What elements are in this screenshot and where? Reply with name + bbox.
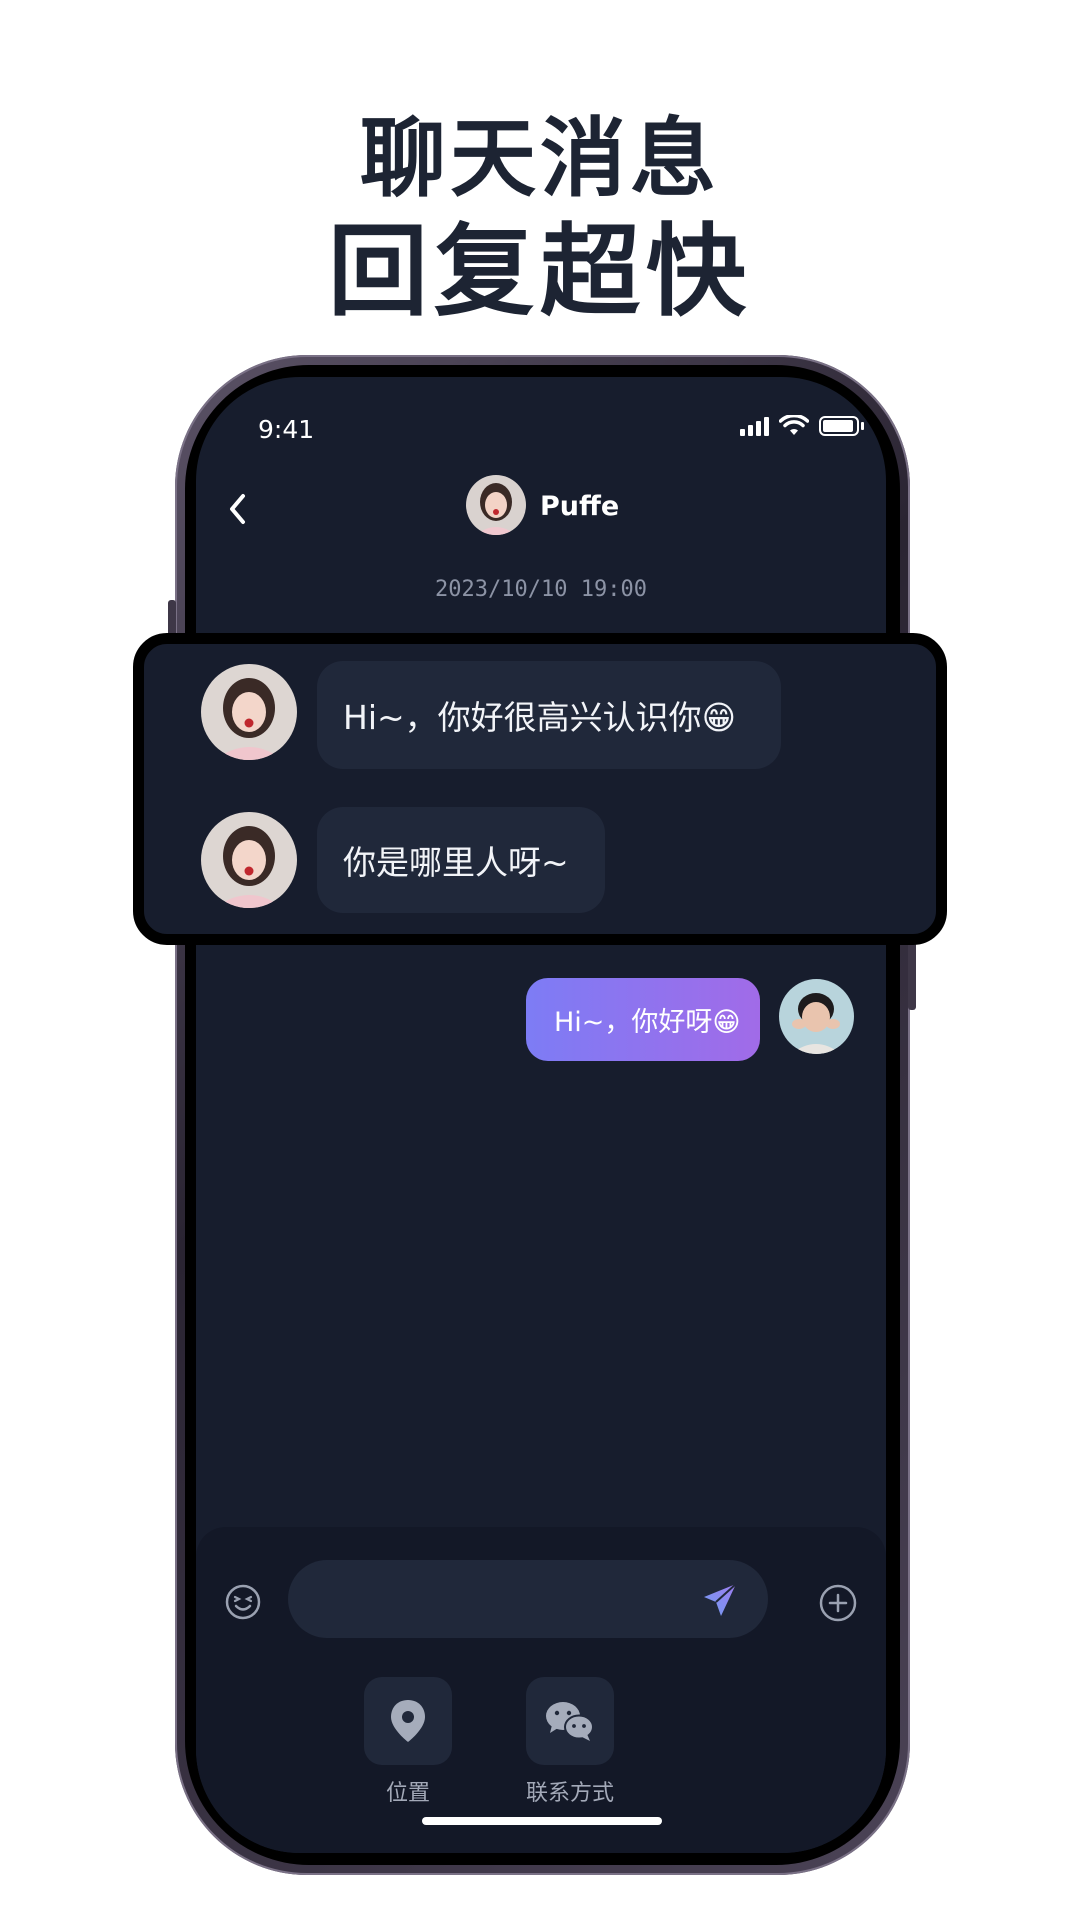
emoji-button[interactable]: [224, 1583, 262, 1621]
battery-icon: [819, 416, 864, 436]
phone-screen: 9:41 Puffe 2023/10/10 19:00 Hi~，你好呀😁 位置 …: [196, 377, 886, 1853]
incoming-message-bubble[interactable]: Hi~，你好很高兴认识你😁: [317, 661, 781, 769]
status-icons: [740, 415, 864, 437]
signal-icon: [740, 416, 769, 436]
contact-message-avatar[interactable]: [201, 812, 297, 908]
wifi-icon: [779, 415, 809, 435]
message-timestamp: 2023/10/10 19:00: [435, 577, 647, 602]
send-button[interactable]: [700, 1580, 740, 1620]
plus-button[interactable]: [818, 1583, 858, 1623]
my-avatar[interactable]: [779, 979, 854, 1054]
incoming-message-bubble[interactable]: 你是哪里人呀~: [317, 807, 605, 913]
composer-panel: 位置 联系方式: [196, 1527, 886, 1853]
status-time: 9:41: [258, 415, 315, 444]
outgoing-message-bubble[interactable]: Hi~，你好呀😁: [526, 978, 760, 1061]
headline-line-2: 回复超快: [328, 213, 752, 330]
chevron-left-icon: [230, 494, 245, 524]
message-input[interactable]: [288, 1560, 768, 1638]
tool-location[interactable]: 位置: [364, 1677, 452, 1807]
highlight-card: Hi~，你好很高兴认识你😁 你是哪里人呀~: [133, 633, 947, 945]
back-button[interactable]: [218, 489, 258, 529]
location-icon: [391, 1700, 425, 1742]
contact-name: Puffe: [540, 491, 620, 522]
wechat-icon: [546, 1702, 594, 1741]
tool-location-label: 位置: [385, 1781, 430, 1806]
send-icon: [704, 1583, 737, 1616]
contact-avatar[interactable]: [466, 475, 526, 535]
tool-contact-label: 联系方式: [526, 1781, 615, 1806]
tool-contact[interactable]: 联系方式: [526, 1677, 614, 1807]
home-indicator: [422, 1817, 662, 1825]
emoji-icon: [225, 1584, 261, 1620]
contact-message-avatar[interactable]: [201, 664, 297, 760]
plus-icon: [819, 1584, 857, 1622]
